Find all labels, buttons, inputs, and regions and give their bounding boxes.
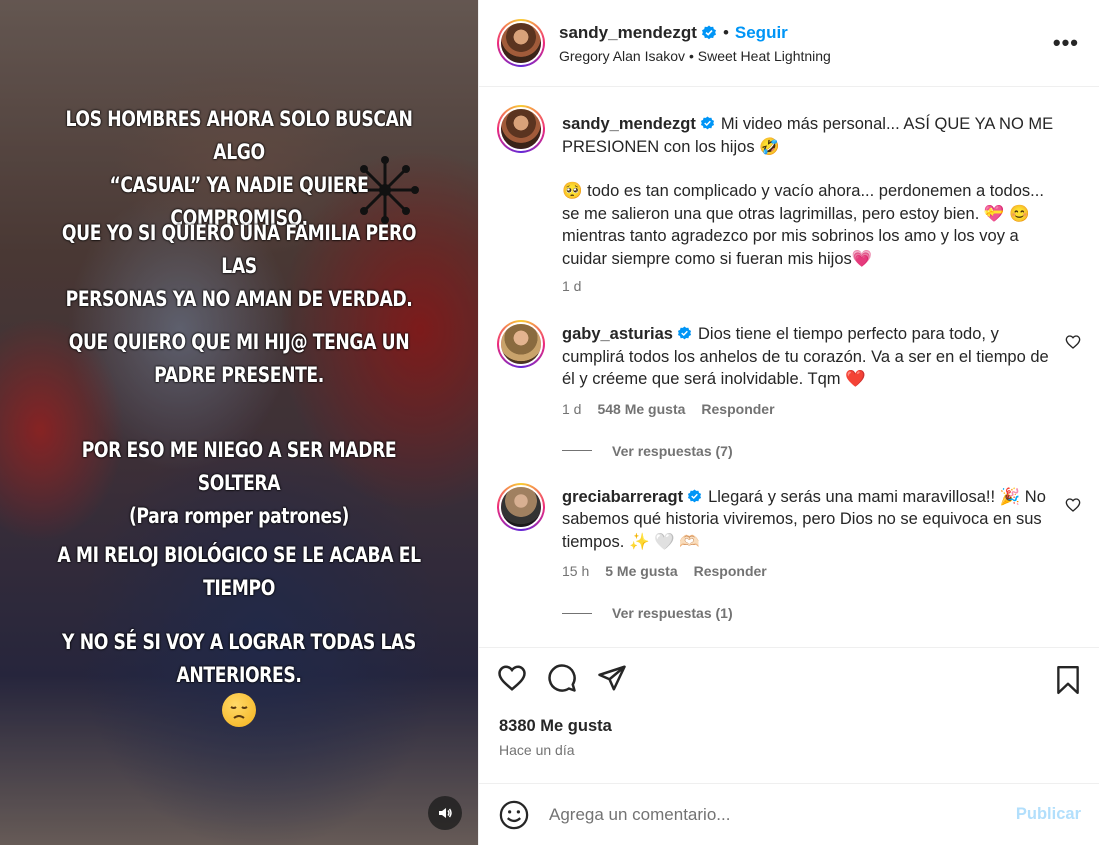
overlay-line: PERSONAS YA NO AMAN DE VERDAD. [65,287,413,311]
verified-badge-icon [701,25,716,39]
overlay-caption-5: A MI RELOJ BIOLÓGICO SE LE ACABA EL TIEM… [43,539,435,605]
comment-likes[interactable]: 548 Me gusta [597,401,685,417]
verified-badge-icon [700,116,714,130]
reply-button[interactable]: Responder [701,401,774,417]
overlay-line: LOS HOMBRES AHORA SOLO BUSCAN ALGO [65,107,413,164]
comment-likes[interactable]: 5 Me gusta [605,563,677,579]
post-dialog: LOS HOMBRES AHORA SOLO BUSCAN ALGO “CASU… [0,0,1099,845]
audio-attribution[interactable]: Gregory Alan Isakov • Sweet Heat Lightni… [559,48,831,64]
comments-list: sandy_mendezgt Mi video más personal... A… [479,87,1099,647]
comment-avatar[interactable] [497,320,545,368]
audio-separator: • [685,47,698,64]
overlay-line: ANTERIORES. [176,663,302,687]
post-header: sandy_mendezgt • Seguir Gregory Alan Isa… [479,0,1099,87]
sad-face-icon [222,693,256,727]
add-comment-bar: Publicar [479,783,1099,845]
caption-username[interactable]: sandy_mendezgt [562,115,696,133]
post-caption: sandy_mendezgt Mi video más personal... A… [497,105,1081,294]
likes-count[interactable]: 8380 Me gusta [479,707,1099,736]
overlay-caption-1: LOS HOMBRES AHORA SOLO BUSCAN ALGO “CASU… [43,103,435,235]
overlay-line: Y NO SÉ SI VOY A LOGRAR TODAS LAS [62,630,416,654]
reply-button[interactable]: Responder [694,563,767,579]
view-replies-button[interactable]: Ver respuestas (7) [562,443,1081,459]
header-separator: • [722,22,729,42]
overlay-line: POR ESO ME NIEGO A SER MADRE SOLTERA [81,438,397,495]
view-replies-label[interactable]: Ver respuestas (7) [612,443,733,459]
red-heart-emoji: ❤️ [845,370,866,388]
view-replies-button[interactable]: Ver respuestas (1) [562,605,1081,621]
post-action-bar [479,647,1099,707]
sound-toggle-button[interactable] [428,796,462,830]
overlay-line: (Para romper patrones) [128,504,350,528]
overlay-line: A MI RELOJ BIOLÓGICO SE LE ACABA EL [57,543,421,567]
author-avatar[interactable] [497,19,545,67]
overlay-line: QUE YO SI QUIERO UNA FAMILIA PERO LAS [61,221,417,278]
save-bookmark-icon[interactable] [1055,665,1081,695]
comment-item: gaby_asturias Dios tiene el tiempo perfec… [497,320,1081,417]
comment-username[interactable]: gaby_asturias [562,325,673,343]
follow-button[interactable]: Seguir [735,23,788,43]
overlay-line: TIEMPO [203,576,275,600]
verified-badge-icon [677,326,692,340]
overlay-caption-3: QUE QUIERO QUE MI HIJ@ TENGA UN PADRE PR… [43,326,435,392]
verified-badge-icon [688,488,702,502]
audio-track[interactable]: Sweet Heat Lightning [698,48,831,64]
author-username[interactable]: sandy_mendezgt [559,23,697,43]
like-heart-icon[interactable] [497,663,527,693]
speaker-icon [439,808,452,818]
comment-time[interactable]: 15 h [562,563,589,579]
caption-avatar[interactable] [497,105,545,153]
caption-time[interactable]: 1 d [562,278,581,294]
like-comment-heart-icon[interactable] [1065,497,1081,513]
replies-divider [562,612,592,614]
overlay-caption-6: Y NO SÉ SI VOY A LOGRAR TODAS LAS ANTERI… [43,626,435,692]
post-side-panel: sandy_mendezgt • Seguir Gregory Alan Isa… [478,0,1099,845]
post-video[interactable]: LOS HOMBRES AHORA SOLO BUSCAN ALGO “CASU… [0,0,478,845]
comment-username[interactable]: greciabarreragt [562,488,683,506]
caption-text-2: 🥺 todo es tan complicado y vacío ahora..… [562,182,1044,268]
share-paper-plane-icon[interactable] [597,663,627,693]
comment-bubble-icon[interactable] [547,663,577,693]
view-replies-label[interactable]: Ver respuestas (1) [612,605,733,621]
emoji-picker-icon[interactable] [499,800,529,830]
overlay-caption-4: POR ESO ME NIEGO A SER MADRE SOLTERA (Pa… [43,434,435,533]
more-options-button[interactable]: ••• [1053,30,1079,56]
post-time-ago[interactable]: Hace un día [479,736,1099,758]
comment-time[interactable]: 1 d [562,401,581,417]
overlay-line: QUE QUIERO QUE MI HIJ@ TENGA UN [68,330,410,354]
audio-artist[interactable]: Gregory Alan Isakov [559,48,685,64]
comment-input[interactable] [549,804,1016,825]
comment-avatar[interactable] [497,482,545,531]
overlay-caption-2: QUE YO SI QUIERO UNA FAMILIA PERO LAS PE… [43,217,435,316]
comment-item: greciabarreragt Llegará y serás una mami … [497,482,1081,579]
overlay-line: PADRE PRESENTE. [154,363,324,387]
post-comment-button[interactable]: Publicar [1016,805,1081,824]
like-comment-heart-icon[interactable] [1065,334,1081,350]
replies-divider [562,450,592,451]
